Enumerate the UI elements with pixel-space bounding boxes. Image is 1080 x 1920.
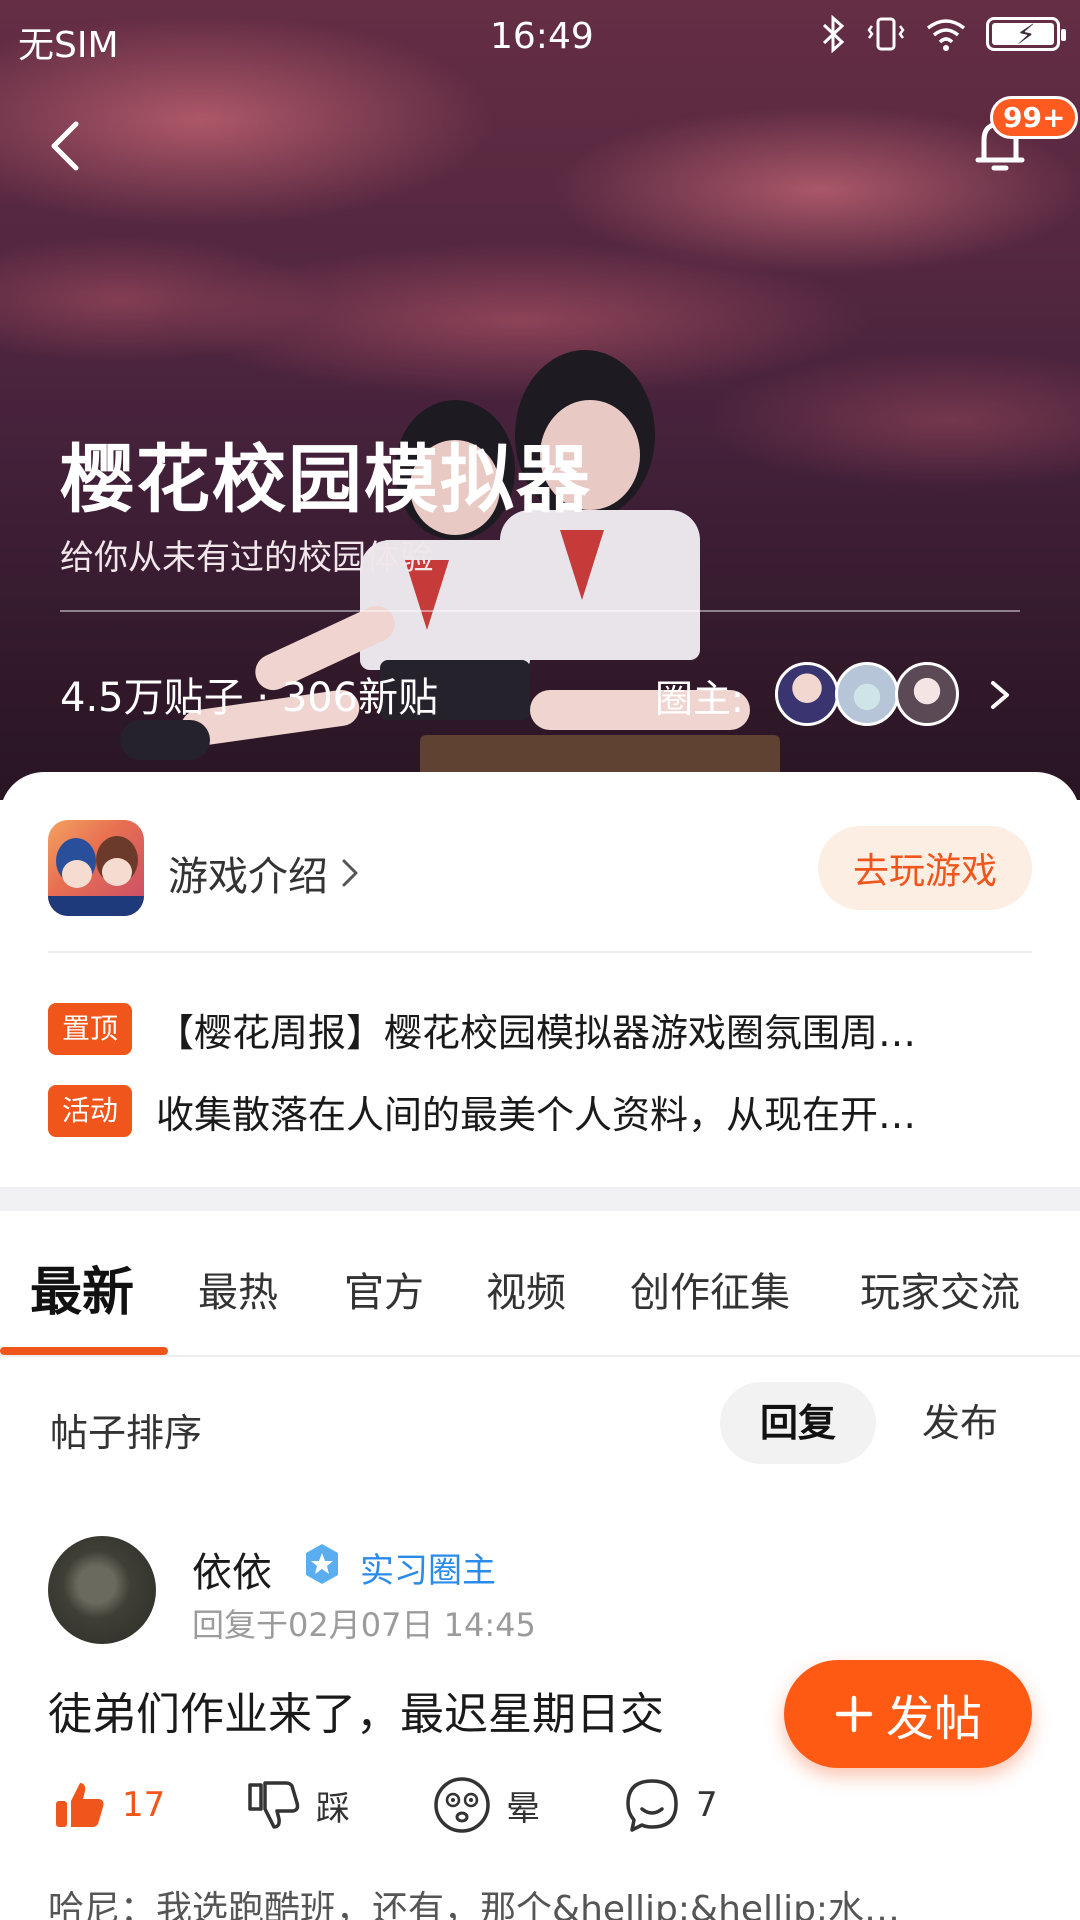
dislike-button[interactable]: 踩 xyxy=(246,1770,350,1840)
avatar[interactable] xyxy=(835,662,899,726)
author-role: 实习圈主 xyxy=(360,1551,496,1591)
vibrate-icon xyxy=(867,17,905,51)
game-app-icon[interactable] xyxy=(48,820,144,916)
event-title: 收集散落在人间的最美个人资料，从现在开… xyxy=(156,1092,917,1137)
reply-preview[interactable]: 哈尼：我选跑酷班，还有，那个&hellip;&hellip;水… xyxy=(48,1880,900,1920)
play-game-button[interactable]: 去玩游戏 xyxy=(818,826,1032,910)
sort-toggle: 回复 发布 xyxy=(720,1382,1040,1464)
back-button[interactable] xyxy=(40,110,100,180)
dizzy-face-icon xyxy=(434,1777,490,1833)
verified-badge-icon xyxy=(306,1544,338,1584)
pinned-tag: 置顶 xyxy=(48,1003,133,1055)
notification-badge: 99+ xyxy=(990,96,1079,139)
tab-video[interactable]: 视频 xyxy=(486,1260,566,1318)
like-button[interactable]: 17 xyxy=(52,1770,165,1840)
owner-avatars[interactable] xyxy=(775,662,959,726)
plus-icon xyxy=(835,1695,873,1733)
tab-official[interactable]: 官方 xyxy=(344,1260,424,1318)
feed-tabs: 最新 最热 官方 视频 创作征集 玩家交流 xyxy=(0,1220,1080,1356)
circle-subtitle: 给你从未有过的校园体验 xyxy=(60,538,434,578)
chevron-right-icon xyxy=(342,859,358,887)
post-actions: 17 踩 晕 7 xyxy=(0,1770,1080,1840)
comment-button[interactable]: 7 xyxy=(622,1770,718,1840)
circle-banner: 无SIM 16:49 ⚡ 99+ 樱花校园模拟器 给你从未有过的校园体验 4.5… xyxy=(0,0,1080,800)
carrier-text: 无SIM xyxy=(18,25,119,66)
chevron-left-icon xyxy=(51,121,79,171)
dizzy-button[interactable]: 晕 xyxy=(432,1770,540,1840)
post-timestamp: 回复于02月07日 14:45 xyxy=(192,1606,536,1644)
event-tag: 活动 xyxy=(48,1085,133,1137)
thumbs-down-icon xyxy=(248,1781,300,1829)
comment-count: 7 xyxy=(696,1785,718,1825)
game-intro-link[interactable]: 游戏介绍 xyxy=(168,844,362,902)
avatar[interactable] xyxy=(48,1536,156,1644)
new-post-button[interactable]: 发帖 xyxy=(784,1660,1032,1768)
sort-by-publish-button[interactable]: 发布 xyxy=(890,1382,1030,1464)
comment-bubble-icon xyxy=(626,1779,678,1832)
post-content[interactable]: 徒弟们作业来了，最迟星期日交 xyxy=(48,1678,664,1742)
avatar[interactable] xyxy=(775,662,839,726)
avatar[interactable] xyxy=(895,662,959,726)
clock-text: 16:49 xyxy=(490,16,594,57)
active-tab-indicator xyxy=(0,1347,168,1355)
event-post[interactable]: 活动 收集散落在人间的最美个人资料，从现在开… xyxy=(48,1084,1032,1138)
sort-by-reply-button[interactable]: 回复 xyxy=(720,1382,876,1464)
tab-creation-contest[interactable]: 创作征集 xyxy=(630,1260,790,1318)
divider xyxy=(0,1355,1080,1357)
game-intro-label: 游戏介绍 xyxy=(168,854,328,900)
tab-player-chat[interactable]: 玩家交流 xyxy=(860,1260,1020,1318)
dizzy-label: 晕 xyxy=(506,1788,540,1829)
divider xyxy=(48,951,1032,953)
section-separator xyxy=(0,1187,1080,1211)
tab-latest[interactable]: 最新 xyxy=(30,1250,134,1325)
sort-label: 帖子排序 xyxy=(50,1411,203,1455)
owner-label: 圈主: xyxy=(655,677,744,721)
pinned-title: 【樱花周报】樱花校园模拟器游戏圈氛围周… xyxy=(156,1010,917,1055)
battery-charging-icon: ⚡ xyxy=(986,17,1066,51)
circle-title: 樱花校园模拟器 xyxy=(60,437,592,523)
dislike-label: 踩 xyxy=(316,1788,350,1829)
owners-more-button[interactable] xyxy=(985,675,1015,715)
like-count: 17 xyxy=(122,1785,166,1825)
banner-divider xyxy=(60,610,1020,612)
post-author-name[interactable]: 依依 xyxy=(192,1540,272,1598)
bluetooth-icon xyxy=(822,14,845,54)
post-stats: 4.5万贴子 · 306新贴 xyxy=(60,675,439,721)
new-post-label: 发帖 xyxy=(885,1691,982,1747)
thumbs-up-icon xyxy=(56,1783,104,1827)
chevron-right-icon xyxy=(991,681,1009,709)
pinned-post[interactable]: 置顶 【樱花周报】樱花校园模拟器游戏圈氛围周… xyxy=(48,1002,1032,1056)
wifi-icon xyxy=(926,19,966,51)
tab-hot[interactable]: 最热 xyxy=(198,1260,278,1318)
status-bar: 无SIM 16:49 ⚡ xyxy=(0,0,1080,76)
